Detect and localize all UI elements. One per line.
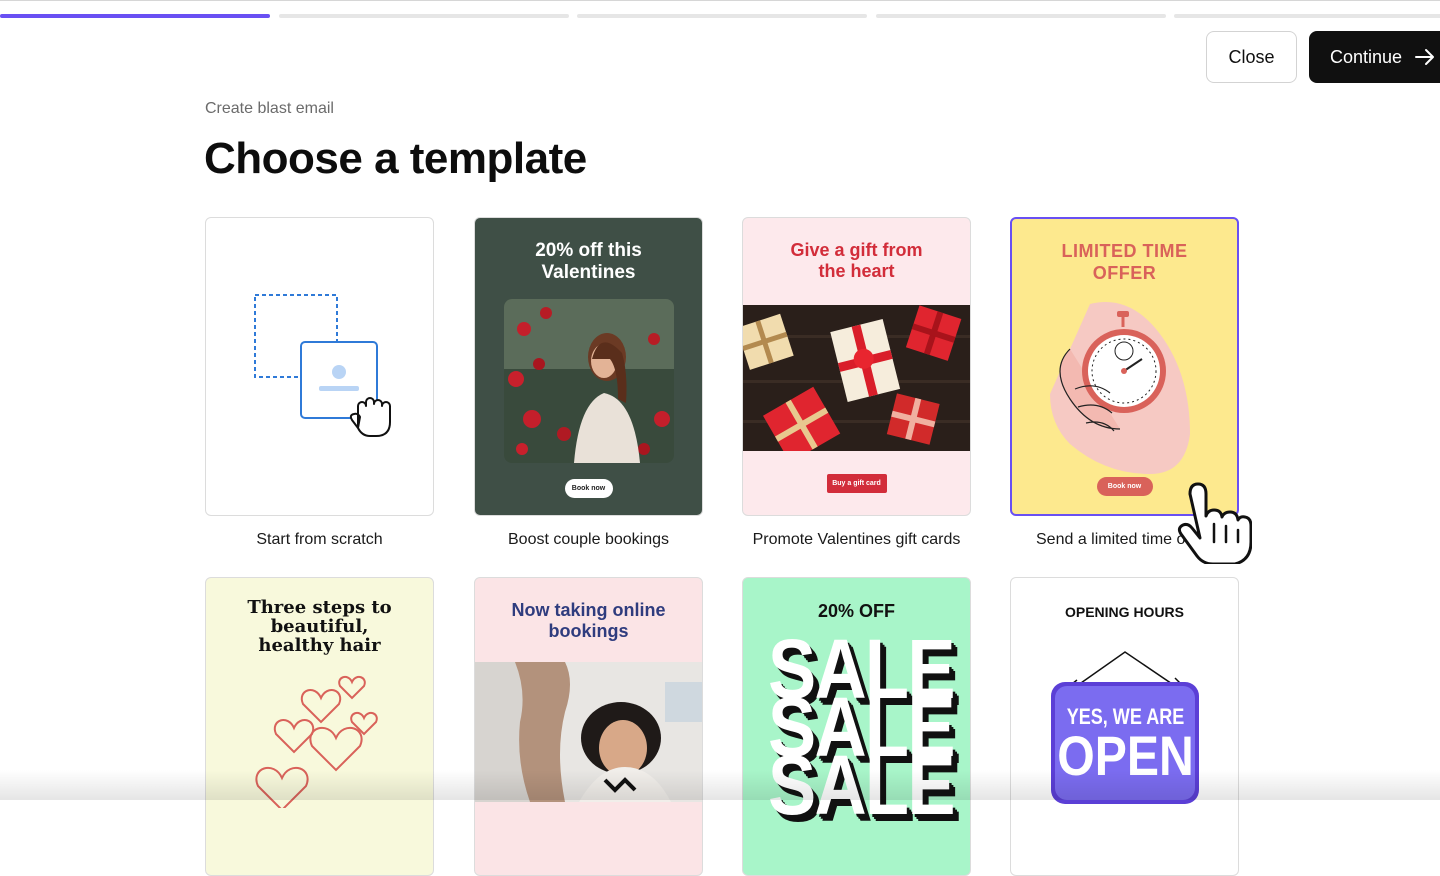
sale-word-3: SALE — [768, 750, 954, 820]
template-caption: Boost couple bookings — [474, 531, 703, 549]
progress-step-2 — [279, 14, 569, 18]
template-heading: Give a gift from the heart — [743, 240, 970, 282]
book-now-button: Book now — [565, 479, 613, 498]
template-heading: 20% off this Valentines — [475, 240, 702, 284]
template-card-couple-bookings[interactable]: 20% off this Valentines Book now — [474, 217, 703, 516]
template-caption: Send a limited time o — [1010, 531, 1170, 549]
close-button[interactable]: Close — [1206, 31, 1297, 83]
template-card-limited-offer[interactable]: LIMITED TIME OFFER Book now — [1010, 217, 1239, 516]
breadcrumb: Create blast email — [205, 100, 334, 118]
template-heading: 20% OFF — [743, 601, 970, 622]
template-card-sale[interactable]: 20% OFF SALE SALE SALE — [742, 577, 971, 876]
progress-step-5 — [1174, 14, 1440, 18]
progress-step-4 — [876, 14, 1166, 18]
template-card-scratch[interactable] — [205, 217, 434, 516]
template-heading: Three steps to beautiful, healthy hair — [206, 598, 433, 655]
continue-button[interactable]: Continue — [1309, 31, 1440, 83]
progress-step-1 — [0, 14, 270, 18]
gift-boxes-image — [743, 305, 971, 451]
blank-canvas-icon — [206, 218, 434, 516]
template-card-opening-hours[interactable]: OPENING HOURS YES, WE ARE OPEN — [1010, 577, 1239, 876]
hand-with-stopwatch-image — [1010, 299, 1239, 489]
continue-label: Continue — [1330, 47, 1402, 68]
template-card-online-bookings[interactable]: Now taking online bookings — [474, 577, 703, 876]
template-caption: Promote Valentines gift cards — [742, 531, 971, 549]
step-progress-bar — [0, 14, 1440, 18]
template-caption: Start from scratch — [205, 531, 434, 549]
book-now-button: Book now — [1097, 477, 1153, 496]
progress-step-3 — [577, 14, 867, 18]
page-title: Choose a template — [204, 134, 587, 184]
template-heading: Now taking online bookings — [475, 600, 702, 642]
arrow-right-icon — [1414, 46, 1436, 68]
template-card-gift-cards[interactable]: Give a gift from the heart Buy a gift ca… — [742, 217, 971, 516]
template-heading: LIMITED TIME OFFER — [1012, 240, 1237, 284]
top-divider — [0, 0, 1440, 1]
hearts-illustration — [206, 668, 434, 808]
woman-with-roses-image — [504, 299, 674, 463]
curly-hair-woman-image — [475, 662, 703, 802]
template-heading: OPENING HOURS — [1011, 604, 1238, 620]
buy-gift-card-button: Buy a gift card — [827, 474, 887, 493]
sign-line-2: OPEN — [1027, 728, 1224, 784]
template-card-hair-steps[interactable]: Three steps to beautiful, healthy hair — [205, 577, 434, 876]
